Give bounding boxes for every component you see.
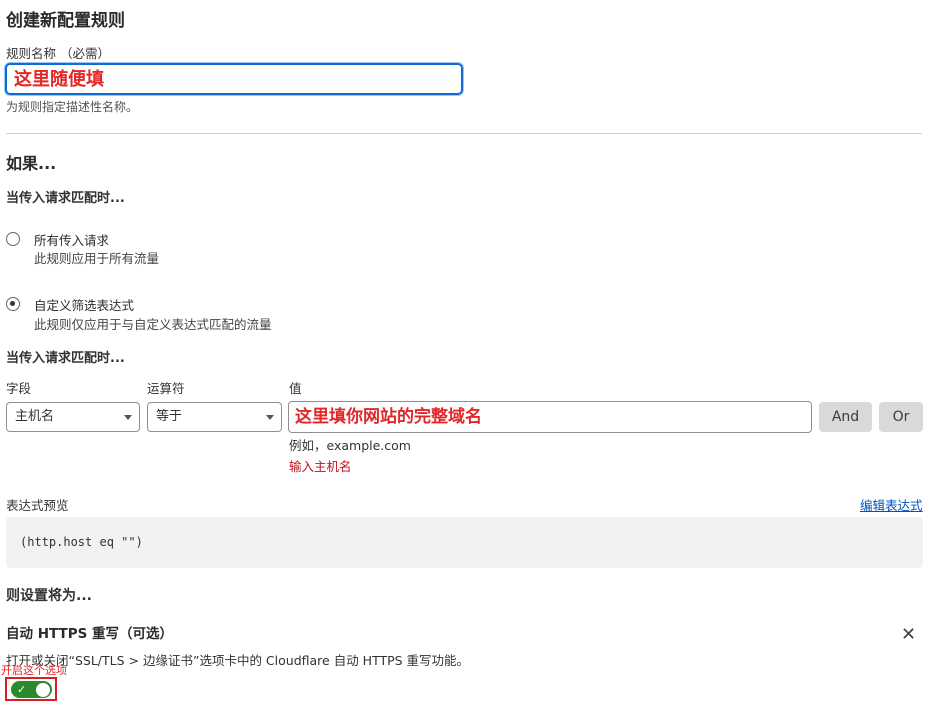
option-all-requests[interactable]: 所有传入请求 此规则应用于所有流量 <box>6 232 306 268</box>
rule-name-label: 规则名称 （必需） <box>6 46 110 61</box>
match-label-2: 当传入请求匹配时... <box>6 351 125 366</box>
value-label: 值 <box>289 381 302 396</box>
if-heading: 如果... <box>6 154 57 173</box>
radio-selected-dot <box>10 301 15 306</box>
field-label: 字段 <box>6 381 32 396</box>
option-custom-expression[interactable]: 自定义筛选表达式 此规则仅应用于与自定义表达式匹配的流量 <box>6 297 326 333</box>
then-heading: 则设置将为... <box>6 588 92 604</box>
radio-custom-expression[interactable] <box>6 297 20 311</box>
option-title: 自定义筛选表达式 <box>34 298 135 313</box>
or-button[interactable]: Or <box>879 402 923 432</box>
section-divider <box>6 133 922 134</box>
value-input[interactable]: 这里填你网站的完整域名 <box>288 401 812 433</box>
chevron-down-icon <box>124 415 132 420</box>
field-select-value: 主机名 <box>15 409 55 424</box>
annotation-label: 开启这个选项 <box>1 664 67 677</box>
setting-desc: 打开或关闭“SSL/TLS > 边缘证书”选项卡中的 Cloudflare 自动… <box>6 653 470 668</box>
field-select[interactable]: 主机名 <box>6 402 140 432</box>
close-icon[interactable]: ✕ <box>901 624 916 645</box>
option-desc: 此规则应用于所有流量 <box>34 251 160 266</box>
setting-title: 自动 HTTPS 重写（可选） <box>6 626 174 642</box>
value-error: 输入主机名 <box>289 459 352 474</box>
annotation-box: ✓ <box>5 677 57 701</box>
check-icon: ✓ <box>17 683 27 696</box>
auto-https-toggle[interactable]: ✓ <box>11 681 52 698</box>
operator-select-value: 等于 <box>156 409 183 424</box>
page-title: 创建新配置规则 <box>6 11 125 31</box>
expression-preview: (http.host eq "") <box>6 517 923 568</box>
value-example: 例如，example.com <box>289 438 411 453</box>
toggle-knob <box>36 682 50 697</box>
operator-select[interactable]: 等于 <box>147 402 282 432</box>
preview-label: 表达式预览 <box>6 498 69 513</box>
edit-expression-link[interactable]: 编辑表达式 <box>860 495 923 514</box>
and-button[interactable]: And <box>819 402 872 432</box>
option-title: 所有传入请求 <box>34 233 110 248</box>
rule-name-help: 为规则指定描述性名称。 <box>6 100 139 114</box>
rule-name-input[interactable]: 这里随便填 <box>5 63 463 95</box>
match-label: 当传入请求匹配时... <box>6 191 125 206</box>
operator-label: 运算符 <box>147 381 185 396</box>
radio-all-requests[interactable] <box>6 232 20 246</box>
chevron-down-icon <box>266 415 274 420</box>
option-desc: 此规则仅应用于与自定义表达式匹配的流量 <box>34 317 272 332</box>
